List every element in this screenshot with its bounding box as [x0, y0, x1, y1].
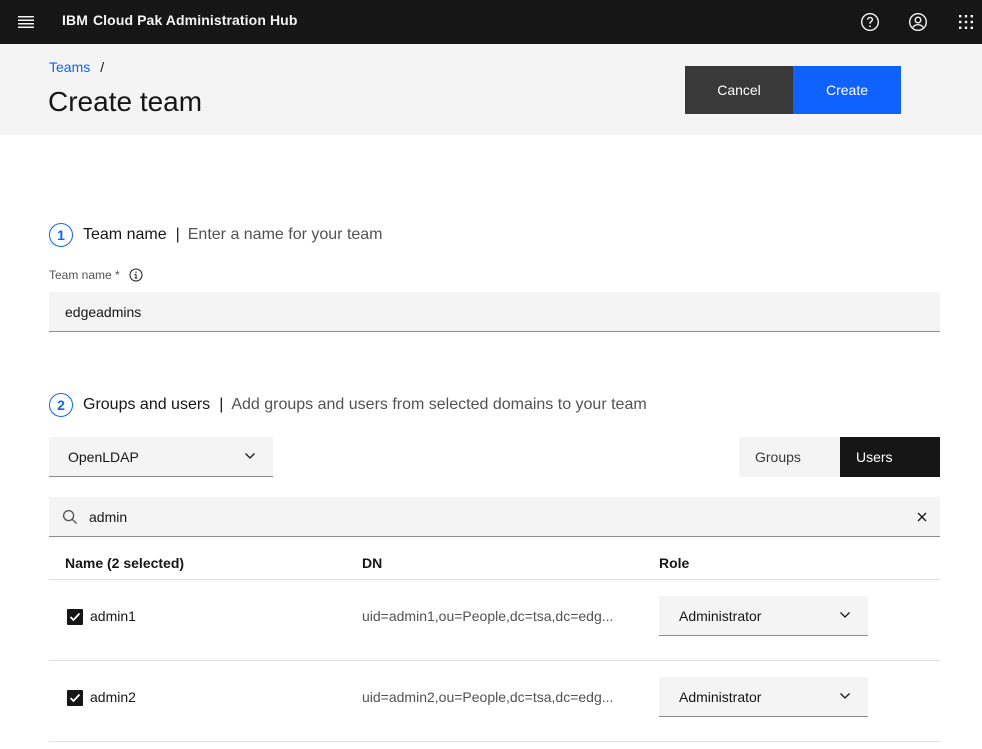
switcher-users-tab[interactable]: Users	[840, 437, 940, 477]
team-name-label-text: Team name *	[49, 268, 120, 282]
menu-icon[interactable]	[8, 4, 44, 40]
role-dropdown[interactable]: Administrator	[659, 677, 868, 717]
switcher-groups-tab[interactable]: Groups	[739, 437, 840, 477]
column-header-role[interactable]: Role	[659, 555, 689, 571]
page-title: Create team	[48, 86, 203, 117]
search-value: admin	[89, 509, 128, 525]
app-switcher-icon[interactable]	[950, 6, 982, 38]
info-icon[interactable]	[129, 268, 143, 282]
domain-dropdown[interactable]: OpenLDAP	[49, 437, 273, 477]
team-name-input[interactable]: edgeadmins	[49, 292, 940, 332]
step-groups-users-heading: 2 Groups and users | Add groups and user…	[49, 393, 647, 417]
page-header: Teams / Create team Cancel Create	[0, 44, 982, 135]
role-dropdown-value: Administrator	[679, 607, 762, 624]
row-checkbox[interactable]	[67, 609, 83, 625]
search-icon	[62, 509, 78, 530]
brand-name: IBM	[62, 12, 88, 28]
top-navigation-bar: IBM Cloud Pak Administration Hub	[0, 0, 982, 44]
breadcrumb-separator: /	[100, 59, 105, 75]
step-description: Add groups and users from selected domai…	[231, 396, 647, 413]
cancel-button[interactable]: Cancel	[685, 66, 793, 114]
create-button[interactable]: Create	[793, 66, 901, 114]
table-row: admin1 uid=admin1,ou=People,dc=tsa,dc=ed…	[49, 580, 940, 661]
search-input[interactable]: admin	[49, 497, 940, 537]
chevron-down-icon	[838, 608, 852, 625]
step-team-name-heading: 1 Team name | Enter a name for your team	[49, 223, 383, 247]
domain-dropdown-value: OpenLDAP	[68, 448, 139, 465]
user-avatar-icon[interactable]	[902, 6, 934, 38]
user-dn: uid=admin1,ou=People,dc=tsa,dc=edg...	[362, 608, 614, 624]
table-row: admin2 uid=admin2,ou=People,dc=tsa,dc=ed…	[49, 661, 940, 742]
breadcrumb: Teams /	[49, 59, 104, 75]
team-name-value: edgeadmins	[65, 303, 142, 320]
groups-users-switcher: Groups Users	[739, 437, 940, 477]
team-name-label: Team name *	[49, 268, 143, 282]
step-description: Enter a name for your team	[187, 226, 383, 243]
step-number-badge: 2	[49, 393, 73, 417]
step-divider: |	[219, 396, 224, 413]
product-name: Cloud Pak Administration Hub	[92, 12, 298, 28]
user-dn: uid=admin2,ou=People,dc=tsa,dc=edg...	[362, 689, 614, 705]
help-icon[interactable]	[854, 6, 886, 38]
step-title: Team name	[83, 226, 167, 243]
role-dropdown[interactable]: Administrator	[659, 596, 868, 636]
column-header-dn[interactable]: DN	[362, 555, 382, 571]
row-checkbox[interactable]	[67, 690, 83, 706]
role-dropdown-value: Administrator	[679, 688, 762, 705]
close-icon[interactable]	[912, 507, 932, 527]
step-divider: |	[175, 226, 180, 243]
chevron-down-icon	[838, 689, 852, 706]
breadcrumb-link-teams[interactable]: Teams	[49, 59, 90, 75]
column-header-name[interactable]: Name (2 selected)	[65, 555, 184, 571]
step-number-badge: 1	[49, 223, 73, 247]
user-name: admin2	[90, 689, 136, 705]
app-title[interactable]: IBM Cloud Pak Administration Hub	[62, 12, 297, 28]
step-title: Groups and users	[83, 396, 211, 413]
user-name: admin1	[90, 608, 136, 624]
chevron-down-icon	[243, 449, 257, 466]
